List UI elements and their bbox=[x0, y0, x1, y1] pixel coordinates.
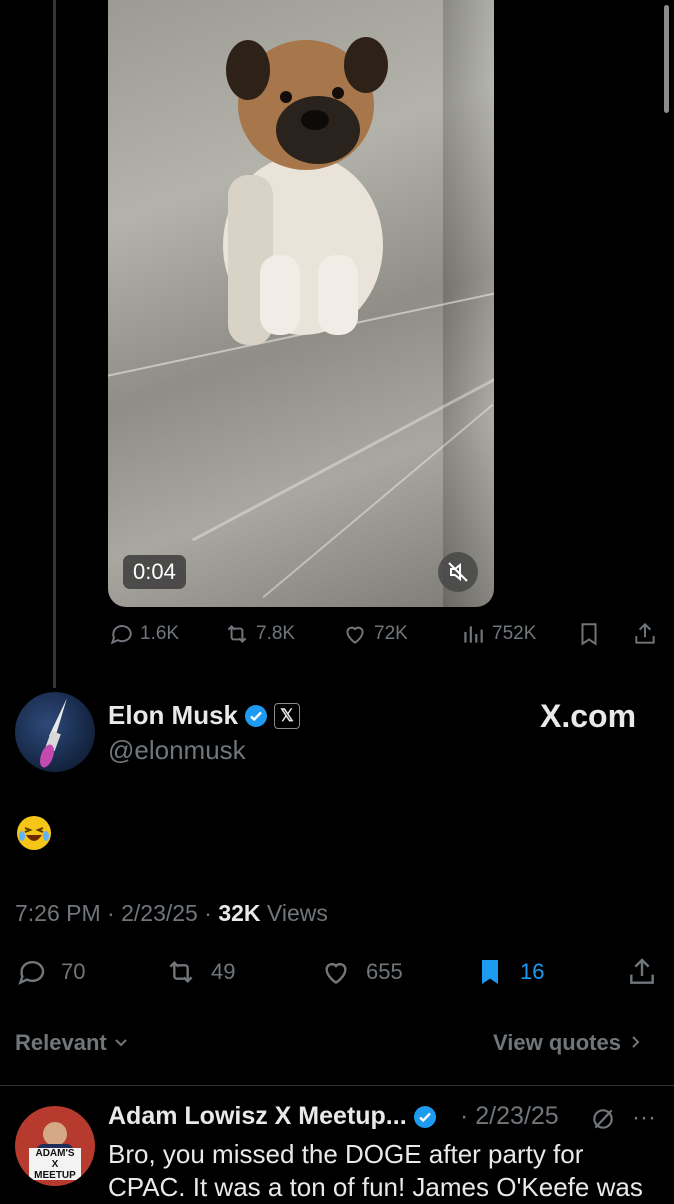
reply-date[interactable]: 2/23/25 bbox=[475, 1102, 558, 1130]
share-icon bbox=[630, 958, 654, 984]
embedded-reply-stat[interactable]: 1.6K bbox=[108, 621, 179, 647]
author-name: Elon Musk bbox=[108, 700, 239, 730]
verified-badge-icon bbox=[413, 1105, 436, 1128]
embedded-share-button[interactable] bbox=[632, 621, 658, 647]
author-name-row[interactable]: Elon Musk 𝕏 bbox=[108, 700, 301, 731]
views-chart-icon bbox=[464, 626, 483, 643]
post-time[interactable]: 7:26 PM bbox=[15, 900, 101, 926]
reply-icon bbox=[110, 625, 132, 645]
chevron-right-icon bbox=[632, 1036, 640, 1048]
reply-slash-button[interactable] bbox=[590, 1106, 616, 1137]
muted-speaker-icon bbox=[448, 562, 468, 582]
like-count: 655 bbox=[366, 959, 403, 984]
view-quotes-link[interactable]: View quotes bbox=[493, 1030, 643, 1056]
reply-count: 70 bbox=[61, 959, 86, 984]
views-label: Views bbox=[266, 900, 328, 926]
divider bbox=[0, 1085, 674, 1086]
laughing-face-icon bbox=[19, 827, 49, 841]
embedded-bookmark-button[interactable] bbox=[576, 621, 602, 647]
repost-icon bbox=[169, 960, 193, 984]
repost-icon bbox=[227, 625, 247, 643]
views-count: 32K bbox=[218, 900, 261, 926]
embedded-reply-count: 1.6K bbox=[140, 623, 180, 644]
video-player[interactable] bbox=[108, 0, 494, 607]
bookmark-button[interactable]: 16 bbox=[474, 956, 544, 988]
repost-count: 49 bbox=[211, 959, 236, 984]
share-button[interactable] bbox=[626, 956, 658, 988]
bookmark-filled-icon bbox=[482, 960, 498, 984]
video-timer: 0:04 bbox=[123, 555, 186, 589]
puppy-image bbox=[223, 37, 388, 345]
embedded-views-stat[interactable]: 752K bbox=[460, 621, 536, 647]
reply-avatar[interactable]: ADAM'S X MEETUP bbox=[15, 1106, 95, 1186]
author-handle[interactable]: @elonmusk bbox=[108, 735, 246, 766]
verified-badge-icon bbox=[245, 704, 268, 727]
sort-dropdown[interactable]: Relevant bbox=[15, 1030, 129, 1056]
thread-line bbox=[53, 0, 56, 688]
reply-author-row[interactable]: Adam Lowisz X Meetup... bbox=[108, 1102, 437, 1131]
slash-circle-icon bbox=[593, 1109, 613, 1129]
author-avatar[interactable] bbox=[15, 692, 95, 772]
heart-icon bbox=[325, 963, 347, 985]
reply-author-name: Adam Lowisz X Meetup... bbox=[108, 1102, 407, 1130]
laughing-emoji bbox=[17, 816, 51, 850]
repost-button[interactable]: 49 bbox=[165, 956, 235, 988]
embedded-like-stat[interactable]: 72K bbox=[342, 621, 408, 647]
embedded-like-count: 72K bbox=[374, 623, 408, 644]
embedded-repost-stat[interactable]: 7.8K bbox=[224, 621, 295, 647]
embedded-views-count: 752K bbox=[492, 623, 537, 644]
bookmark-icon bbox=[581, 623, 597, 646]
reply-date-row: · 2/23/25 bbox=[460, 1102, 559, 1130]
heart-icon bbox=[346, 626, 364, 644]
reply-text: Bro, you missed the DOGE after party for… bbox=[108, 1139, 643, 1202]
reply-button[interactable]: 70 bbox=[15, 956, 85, 988]
embedded-repost-count: 7.8K bbox=[256, 623, 296, 644]
sort-label: Relevant bbox=[15, 1030, 107, 1055]
bookmark-count: 16 bbox=[520, 959, 545, 984]
post-date[interactable]: 2/23/25 bbox=[121, 900, 198, 926]
post-meta: 7:26 PM · 2/23/25 · 32K Views bbox=[15, 900, 328, 926]
scrollbar[interactable] bbox=[664, 5, 669, 113]
more-options-icon[interactable]: ··· bbox=[632, 1104, 656, 1132]
like-button[interactable]: 655 bbox=[320, 956, 403, 988]
rocket-image bbox=[40, 698, 67, 768]
share-icon bbox=[635, 622, 655, 644]
chevron-down-icon bbox=[115, 1039, 127, 1047]
reply-icon bbox=[18, 961, 45, 985]
reply-avatar-sign: ADAM'S X MEETUP bbox=[34, 1148, 76, 1181]
mute-button[interactable] bbox=[438, 552, 478, 592]
view-quotes-label: View quotes bbox=[493, 1030, 621, 1055]
x-affiliation-icon: 𝕏 bbox=[274, 702, 301, 729]
affiliation-label[interactable]: X.com bbox=[540, 698, 636, 735]
